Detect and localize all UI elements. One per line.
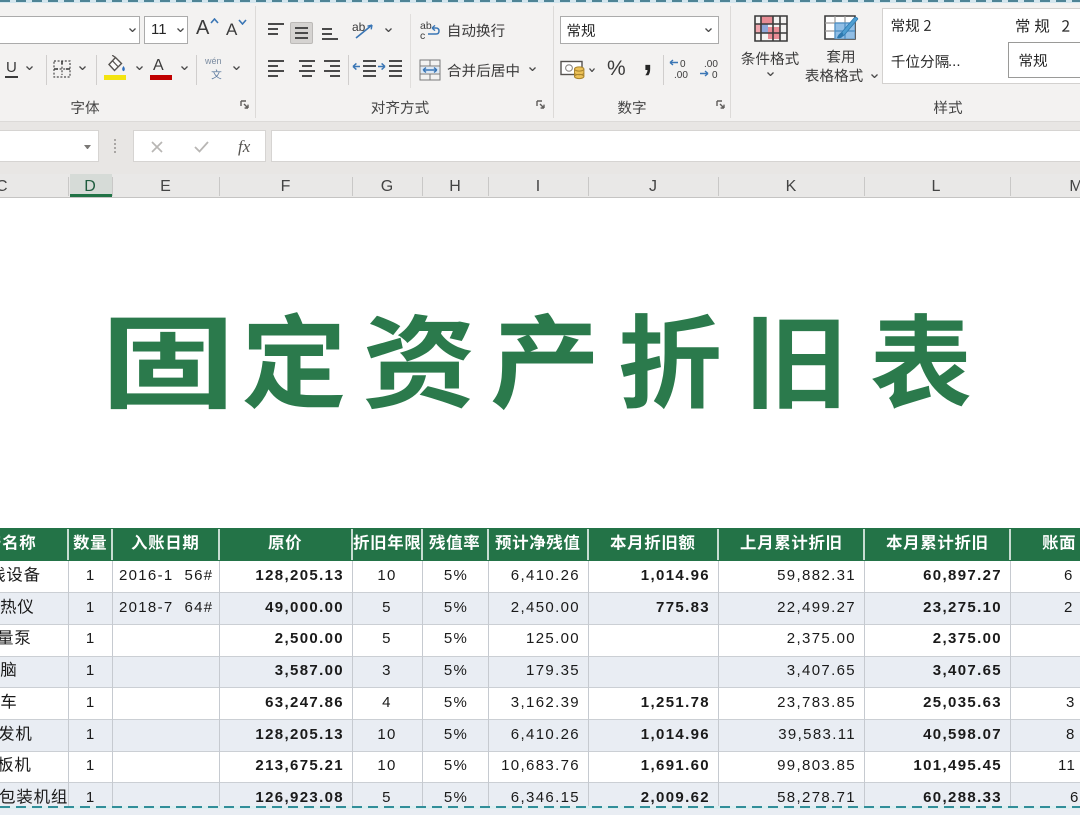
svg-text:0: 0	[680, 59, 686, 70]
svg-text:.00: .00	[674, 70, 688, 80]
svg-text:c: c	[420, 30, 425, 40]
svg-text:0: 0	[712, 70, 718, 80]
svg-text:.00: .00	[704, 59, 718, 70]
